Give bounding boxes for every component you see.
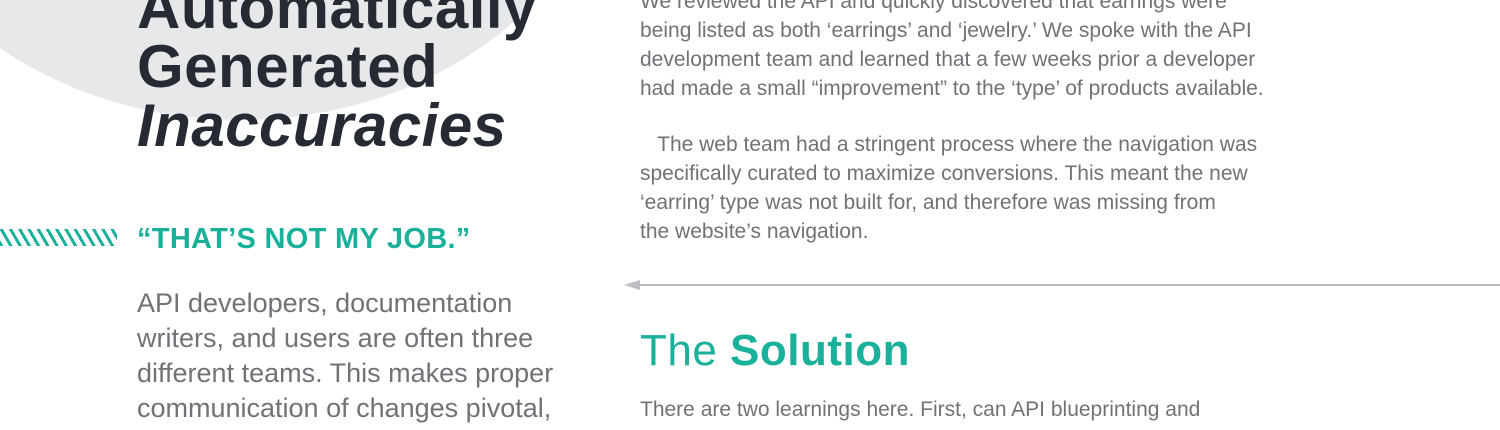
solution-body-text: There are two learnings here. First, can… [640, 398, 1201, 421]
left-body-line: different teams. This makes proper [137, 358, 554, 388]
quote-subheading: “THAT’S NOT MY JOB.” [137, 223, 471, 255]
diagonal-stripes-decoration [0, 229, 117, 246]
solution-heading-bold: Solution [730, 326, 911, 375]
paragraph-line: We reviewed the API and quickly discover… [640, 0, 1227, 13]
solution-heading: The Solution [640, 323, 910, 379]
left-body-text: API developers, documentation writers, a… [137, 286, 607, 426]
left-body-line: API developers, documentation [137, 288, 513, 318]
paragraph-line: specifically curated to maximize convers… [640, 162, 1248, 185]
paragraph-line: being listed as both ‘earrings’ and ‘jew… [640, 19, 1252, 42]
paragraph-line: the website’s navigation. [640, 220, 869, 243]
paragraph-line: ‘earring’ type was not built for, and th… [640, 191, 1216, 214]
left-body-line: writers, and users are often three [137, 323, 534, 353]
page: Automatically Generated Inaccuracies “TH… [0, 0, 1500, 430]
section-heading: Automatically Generated Inaccuracies [137, 0, 537, 159]
right-paragraph-1: We reviewed the API and quickly discover… [640, 0, 1264, 103]
left-body-line: communication of changes pivotal, [137, 393, 552, 423]
solution-heading-regular: The [640, 326, 731, 375]
heading-line-2: Generated [137, 33, 439, 100]
arrow-left-icon [624, 280, 640, 290]
right-paragraph-2: The web team had a stringent process whe… [640, 130, 1257, 246]
horizontal-divider [640, 284, 1500, 286]
paragraph-line: had made a small “improvement” to the ‘t… [640, 77, 1264, 100]
heading-line-1: Automatically [137, 0, 537, 41]
paragraph-line: The web team had a stringent process whe… [640, 133, 1258, 156]
paragraph-line: development team and learned that a few … [640, 48, 1256, 71]
heading-line-3: Inaccuracies [137, 92, 507, 159]
